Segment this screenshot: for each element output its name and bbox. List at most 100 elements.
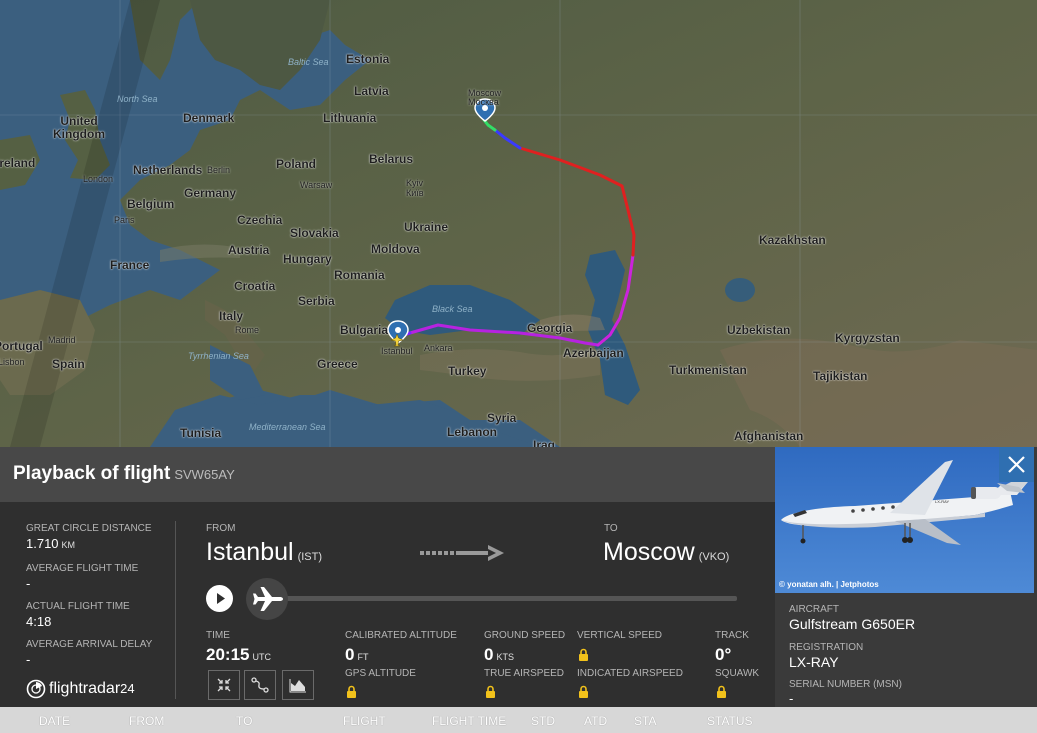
collapse-view-button[interactable] — [208, 670, 240, 700]
column-from[interactable]: FROM — [129, 714, 164, 728]
logo-number: 24 — [120, 681, 135, 696]
column-to[interactable]: TO — [236, 714, 252, 728]
country-label: Belarus — [369, 152, 414, 166]
great-circle-value: 1.710 KM — [26, 536, 75, 551]
calibrated-altitude-unit: FT — [357, 652, 369, 662]
country-label: Lithuania — [323, 111, 377, 125]
calibrated-altitude-number: 0 — [345, 645, 355, 664]
route-icon — [251, 677, 269, 693]
avg-flight-time-label: AVERAGE FLIGHT TIME — [26, 563, 139, 574]
country-label: Hungary — [283, 252, 332, 266]
serial-value: - — [789, 691, 794, 706]
column-status[interactable]: STATUS — [707, 714, 753, 728]
divider — [175, 521, 176, 699]
to-label: TO — [604, 523, 618, 534]
callsign: SVW65AY — [174, 467, 235, 482]
aircraft-panel: LX-RAY © yonatan alh. | Jetphotos AIRCRA… — [775, 447, 1037, 707]
time-number: 20:15 — [206, 645, 250, 664]
playback-panel: Playback of flight SVW65AY GREAT CIRCLE D… — [0, 447, 775, 707]
column-sta[interactable]: STA — [634, 714, 656, 728]
city-label: Lisbon — [0, 357, 25, 367]
origin-city[interactable]: Istanbul — [206, 538, 294, 566]
country-label: Syria — [487, 411, 517, 425]
flight-map[interactable]: Estonia Latvia Lithuania United Kingdom … — [0, 0, 1037, 447]
avg-arrival-delay-label: AVERAGE ARRIVAL DELAY — [26, 639, 153, 650]
column-date[interactable]: DATE — [39, 714, 70, 728]
play-button[interactable] — [206, 585, 233, 612]
column-flight-time[interactable]: FLIGHT TIME — [432, 714, 506, 728]
actual-flight-time-label: ACTUAL FLIGHT TIME — [26, 601, 130, 612]
country-label: Estonia — [346, 52, 390, 66]
destination-city[interactable]: Moscow — [603, 538, 695, 566]
ground-speed-unit: KTS — [496, 652, 514, 662]
from-label: FROM — [206, 523, 236, 534]
route-arrow-icon — [420, 545, 504, 561]
gps-altitude-label: GPS ALTITUDE — [345, 668, 416, 679]
column-flight[interactable]: FLIGHT — [343, 714, 386, 728]
city-label: Moscow Москва — [468, 88, 502, 107]
country-label: Kazakhstan — [759, 233, 826, 247]
country-label: Georgia — [527, 321, 573, 335]
column-std[interactable]: STD — [531, 714, 555, 728]
panel-title: Playback of flight SVW65AY — [13, 463, 235, 485]
squawk-label: SQUAWK — [715, 668, 760, 679]
country-label: Spain — [52, 357, 85, 371]
panel-title-text: Playback of flight — [13, 463, 171, 484]
actual-flight-time-value: 4:18 — [26, 614, 52, 629]
country-label: Slovakia — [290, 226, 339, 240]
city-label: Rome — [235, 325, 260, 335]
sea-label: North Sea — [117, 94, 158, 104]
aircraft-photo[interactable]: LX-RAY © yonatan alh. | Jetphotos — [775, 447, 1034, 593]
sea-label: Black Sea — [432, 304, 473, 314]
timeline-track[interactable] — [270, 596, 737, 601]
country-label: Ireland — [0, 156, 36, 170]
country-label: Lebanon — [447, 425, 497, 439]
aircraft-label: AIRCRAFT — [789, 604, 839, 615]
indicated-airspeed-label: INDICATED AIRSPEED — [577, 668, 683, 679]
country-label: Croatia — [234, 279, 276, 293]
country-label: Belgium — [127, 197, 175, 211]
column-atd[interactable]: ATD — [584, 714, 607, 728]
country-label: Denmark — [183, 111, 235, 125]
country-label: Kyrgyzstan — [835, 331, 900, 345]
destination: Moscow (VKO) — [603, 538, 729, 567]
timeline-handle[interactable] — [246, 578, 288, 620]
country-label: Netherlands — [133, 163, 203, 177]
close-button[interactable] — [999, 447, 1034, 482]
airplane-icon — [253, 587, 283, 611]
city-label: Ankara — [424, 343, 453, 353]
country-label: Uzbekistan — [727, 323, 791, 337]
lock-icon — [347, 685, 356, 698]
play-icon — [217, 593, 225, 604]
country-label: Poland — [276, 157, 317, 171]
map-terrain — [0, 0, 1037, 447]
close-icon — [1008, 456, 1025, 473]
country-label: Latvia — [354, 84, 389, 98]
country-label: Moldova — [371, 242, 420, 256]
route-view-button[interactable] — [244, 670, 276, 700]
country-label: Iraq — [533, 438, 556, 447]
country-label: Czechia — [237, 213, 283, 227]
country-label: Greece — [317, 357, 358, 371]
calibrated-altitude-value: 0 FT — [345, 645, 368, 665]
track-label: TRACK — [715, 630, 749, 641]
city-label: Warsaw — [300, 180, 333, 190]
logo-text: flightradar — [49, 680, 121, 697]
calibrated-altitude-label: CALIBRATED ALTITUDE — [345, 630, 457, 641]
country-label: Azerbaijan — [563, 346, 624, 360]
lock-icon — [579, 648, 588, 661]
time-label: TIME — [206, 630, 230, 641]
country-label: Portugal — [0, 339, 43, 353]
sea-label: Baltic Sea — [288, 57, 329, 67]
graph-view-button[interactable] — [282, 670, 314, 700]
flight-history-header: DATE FROM TO FLIGHT FLIGHT TIME STD ATD … — [0, 707, 1037, 733]
great-circle-label: GREAT CIRCLE DISTANCE — [26, 523, 152, 534]
tail-marking: LX-RAY — [935, 499, 949, 504]
country-label: France — [110, 258, 150, 272]
ground-speed-value: 0 KTS — [484, 645, 514, 665]
photo-credit[interactable]: © yonatan alh. | Jetphotos — [779, 580, 879, 589]
country-label: Bulgaria — [340, 323, 389, 337]
city-label: Berlin — [207, 165, 231, 175]
country-label: Tunisia — [180, 426, 222, 440]
lock-icon — [486, 685, 495, 698]
